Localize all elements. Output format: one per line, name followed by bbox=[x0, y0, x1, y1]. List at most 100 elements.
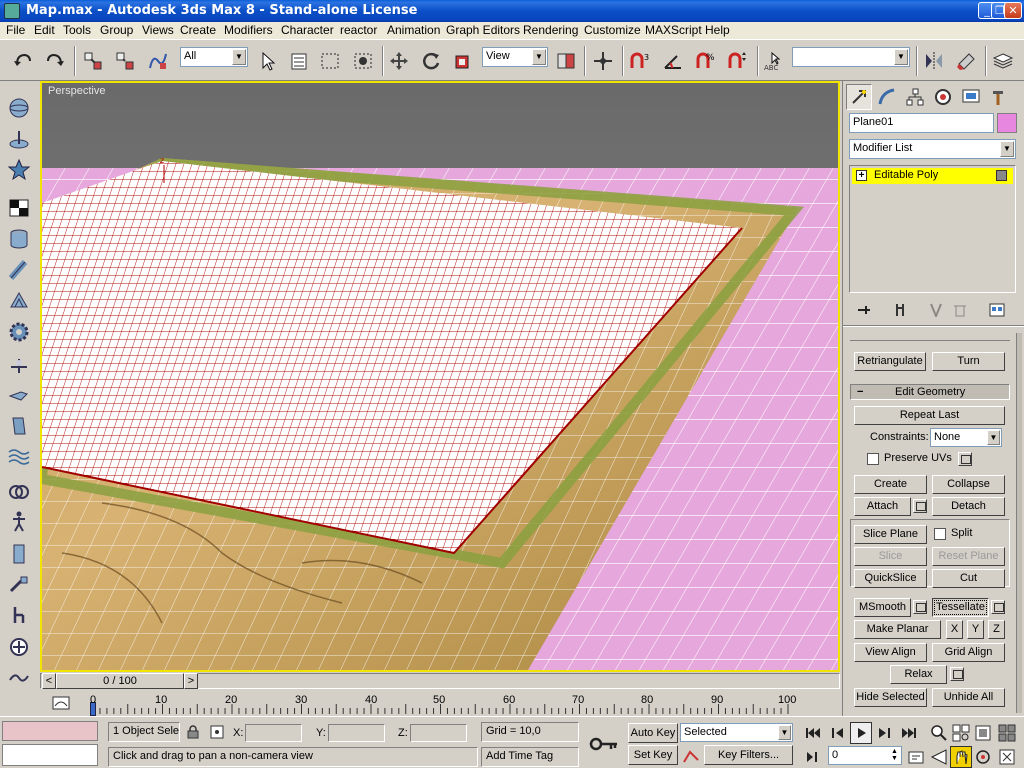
slice-plane-button[interactable]: Slice Plane bbox=[854, 525, 927, 544]
app-icon[interactable] bbox=[4, 3, 20, 19]
key-filters-button[interactable]: Key Filters... bbox=[704, 745, 793, 765]
pin-stack-icon[interactable] bbox=[853, 301, 875, 319]
percent-snap-icon[interactable]: % bbox=[693, 48, 719, 74]
select-and-move-icon[interactable] bbox=[386, 48, 412, 74]
x-coord-field[interactable] bbox=[245, 724, 302, 742]
viewport-label[interactable]: Perspective bbox=[48, 85, 105, 97]
planar-x-button[interactable]: X bbox=[946, 620, 963, 639]
next-frame-icon[interactable] bbox=[874, 722, 896, 744]
reset-plane-button[interactable]: Reset Plane bbox=[932, 547, 1005, 566]
menu-views[interactable]: Views bbox=[142, 23, 174, 37]
remove-modifier-icon[interactable] bbox=[949, 301, 971, 319]
planar-z-button[interactable]: Z bbox=[988, 620, 1005, 639]
render-setup-icon[interactable] bbox=[6, 634, 32, 660]
collapse-button[interactable]: Collapse bbox=[932, 475, 1005, 494]
default-in-out-tangents-icon[interactable] bbox=[680, 746, 702, 765]
menu-modifiers[interactable]: Modifiers bbox=[224, 23, 273, 37]
stack-item-toggle-icon[interactable] bbox=[996, 170, 1007, 181]
sphere-icon[interactable] bbox=[6, 95, 32, 121]
space-warp-icon[interactable] bbox=[6, 443, 32, 469]
lock-icon[interactable] bbox=[186, 724, 200, 740]
panel-icon[interactable] bbox=[6, 541, 32, 567]
perspective-viewport[interactable]: z Perspective bbox=[40, 81, 840, 672]
redo-icon[interactable] bbox=[42, 48, 68, 74]
key-mode-dropdown[interactable]: Selected ▼ bbox=[680, 723, 793, 742]
preserve-uvs-checkbox[interactable] bbox=[867, 453, 879, 465]
spinner-snap-icon[interactable] bbox=[725, 48, 751, 74]
tessellate-button[interactable]: Tessellate bbox=[932, 598, 989, 617]
unlink-selection-icon[interactable] bbox=[112, 48, 138, 74]
bone-icon[interactable] bbox=[6, 572, 32, 598]
geosphere-icon[interactable] bbox=[6, 127, 32, 153]
go-to-start-icon[interactable] bbox=[802, 722, 824, 744]
checker-map-icon[interactable] bbox=[6, 195, 32, 221]
window-crossing-icon[interactable] bbox=[350, 48, 376, 74]
previous-frame-icon[interactable] bbox=[826, 722, 848, 744]
zoom-all-icon[interactable] bbox=[950, 722, 972, 744]
menu-help[interactable]: Help bbox=[705, 23, 730, 37]
edit-named-selection-icon[interactable]: ABC bbox=[761, 48, 787, 74]
add-time-tag-button[interactable]: Add Time Tag bbox=[481, 747, 579, 767]
tessellate-settings-icon[interactable] bbox=[991, 600, 1005, 614]
spinner-icon[interactable]: ▲ ▼ bbox=[889, 748, 900, 763]
reference-coordinate-dropdown[interactable]: View ▼ bbox=[482, 47, 548, 67]
layer-manager-icon[interactable] bbox=[990, 48, 1016, 74]
grid-align-button[interactable]: Grid Align bbox=[932, 643, 1005, 662]
tab-motion[interactable] bbox=[930, 84, 956, 110]
field-of-view-icon[interactable] bbox=[928, 746, 950, 768]
z-coord-field[interactable] bbox=[410, 724, 467, 742]
play-icon[interactable] bbox=[850, 722, 872, 744]
time-configuration-icon[interactable] bbox=[905, 746, 927, 768]
view-align-button[interactable]: View Align bbox=[854, 643, 927, 662]
light-icon[interactable] bbox=[6, 352, 32, 378]
msmooth-button[interactable]: MSmooth bbox=[854, 598, 911, 617]
close-button[interactable]: ✕ bbox=[1004, 2, 1022, 19]
helper-icon[interactable] bbox=[6, 413, 32, 439]
tab-utilities[interactable] bbox=[986, 84, 1012, 110]
use-pivot-center-icon[interactable] bbox=[553, 48, 579, 74]
key-icon[interactable] bbox=[585, 723, 623, 765]
gear-icon[interactable] bbox=[6, 319, 32, 345]
slice-button[interactable]: Slice bbox=[854, 547, 927, 566]
tube-icon[interactable] bbox=[6, 257, 32, 283]
attach-button[interactable]: Attach bbox=[854, 497, 911, 516]
menu-customize[interactable]: Customize bbox=[584, 23, 641, 37]
object-name-field[interactable]: Plane01 bbox=[849, 113, 994, 133]
modifier-list-dropdown[interactable]: Modifier List ▼ bbox=[849, 139, 1016, 159]
tab-display[interactable] bbox=[958, 84, 984, 110]
make-planar-button[interactable]: Make Planar bbox=[854, 620, 941, 639]
repeat-last-button[interactable]: Repeat Last bbox=[854, 406, 1005, 425]
make-unique-icon[interactable] bbox=[925, 301, 947, 319]
angle-snap-icon[interactable] bbox=[660, 48, 686, 74]
expand-icon[interactable]: + bbox=[856, 170, 867, 181]
edit-geometry-rollout-header[interactable]: − Edit Geometry bbox=[850, 384, 1010, 400]
command-panel-scrollbar[interactable] bbox=[1016, 333, 1022, 713]
menu-graph-editors[interactable]: Graph Editors bbox=[446, 23, 520, 37]
maximize-viewport-icon[interactable] bbox=[996, 746, 1018, 768]
menu-animation[interactable]: Animation bbox=[387, 23, 440, 37]
detach-button[interactable]: Detach bbox=[932, 497, 1005, 516]
camera-icon[interactable] bbox=[6, 383, 32, 409]
time-slider[interactable]: < 0 / 100 > bbox=[40, 672, 840, 690]
menu-character[interactable]: Character bbox=[281, 23, 334, 37]
menu-reactor[interactable]: reactor bbox=[340, 23, 377, 37]
select-and-link-icon[interactable] bbox=[80, 48, 106, 74]
undo-icon[interactable] bbox=[10, 48, 36, 74]
menu-create[interactable]: Create bbox=[180, 23, 216, 37]
rollout-scroll-area[interactable]: Retriangulate Turn − Edit Geometry Repea… bbox=[846, 333, 1014, 719]
unhide-all-button[interactable]: Unhide All bbox=[932, 688, 1005, 707]
zoom-extents-all-icon[interactable] bbox=[996, 722, 1018, 744]
split-checkbox[interactable] bbox=[934, 528, 946, 540]
systems-icon[interactable] bbox=[6, 479, 32, 505]
selection-filter-dropdown[interactable]: All ▼ bbox=[180, 47, 248, 67]
create-button[interactable]: Create bbox=[854, 475, 927, 494]
msmooth-settings-icon[interactable] bbox=[913, 600, 927, 614]
maxscript-input[interactable] bbox=[2, 744, 98, 766]
tab-create[interactable] bbox=[846, 84, 872, 110]
tab-modify[interactable] bbox=[874, 84, 900, 110]
menu-edit[interactable]: Edit bbox=[34, 23, 55, 37]
show-end-result-icon[interactable] bbox=[889, 301, 911, 319]
menu-group[interactable]: Group bbox=[100, 23, 133, 37]
time-slider-next-button[interactable]: > bbox=[184, 673, 198, 689]
select-and-manipulate-icon[interactable] bbox=[590, 48, 616, 74]
